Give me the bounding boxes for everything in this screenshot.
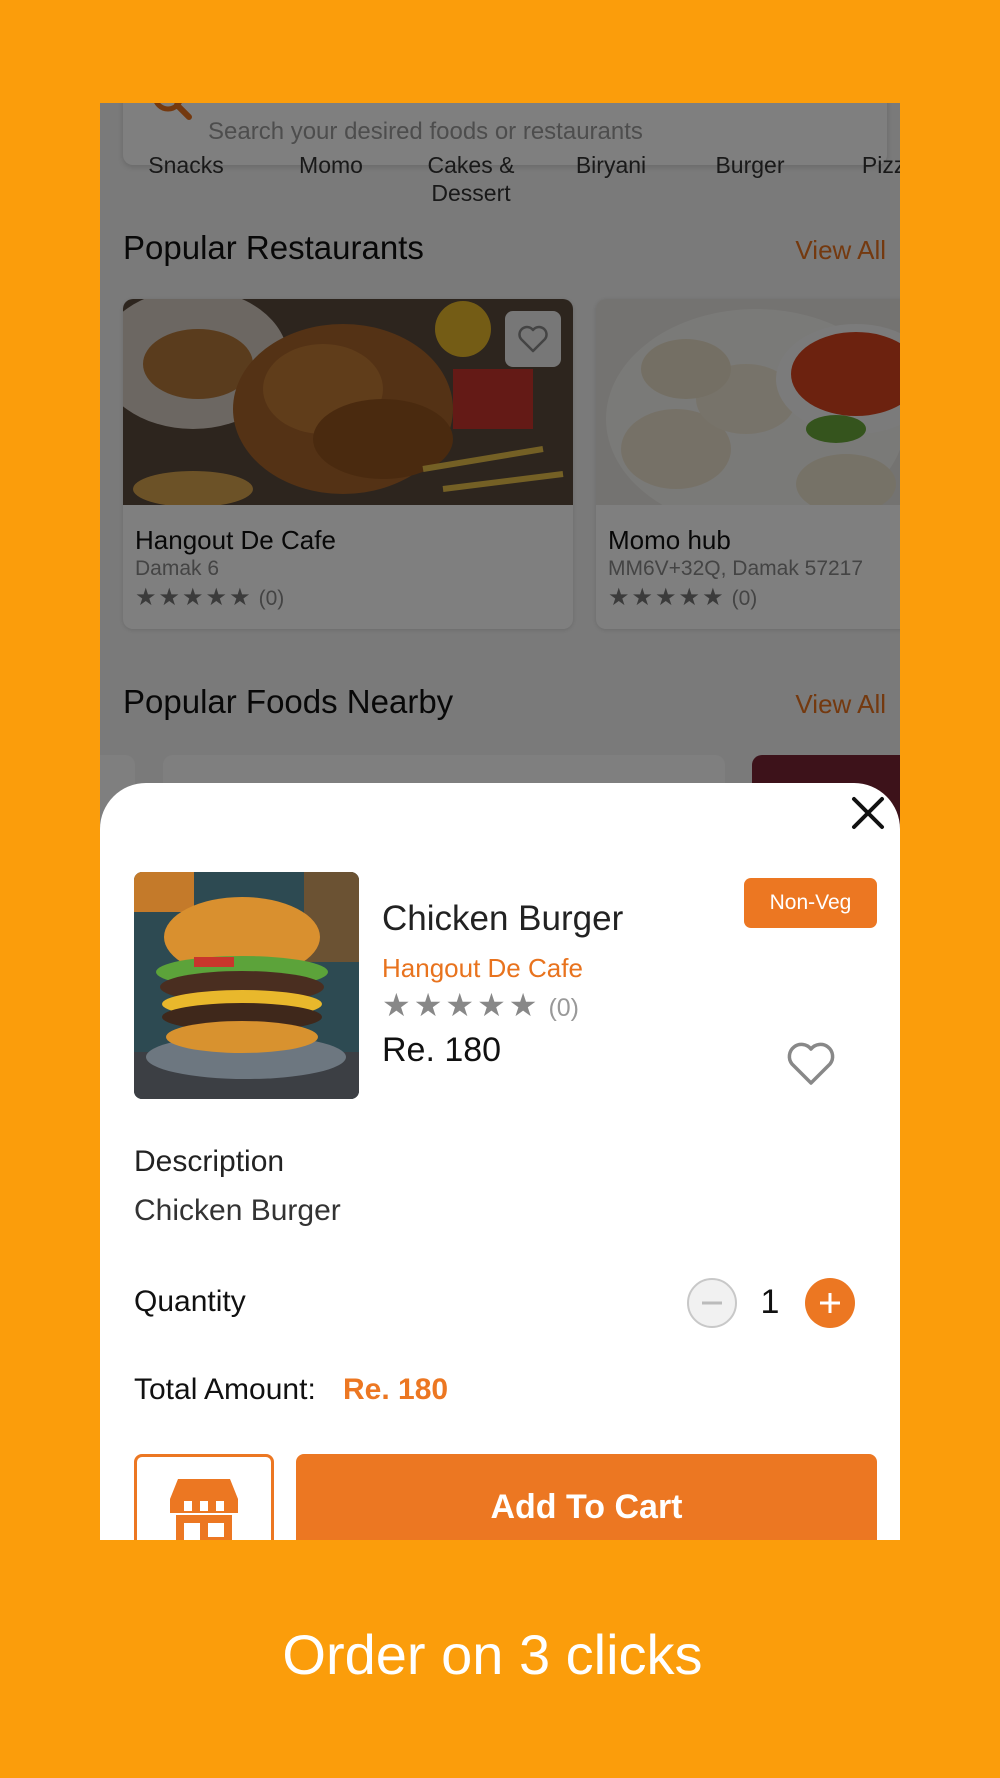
quantity-value: 1 <box>760 1283 780 1321</box>
plus-icon <box>820 1293 840 1313</box>
description-text: Chicken Burger <box>134 1194 341 1227</box>
minus-icon <box>702 1301 722 1305</box>
food-detail-sheet: Chicken Burger Hangout De Cafe ★★★★★ (0) … <box>100 783 900 1540</box>
non-veg-badge: Non-Veg <box>744 878 877 928</box>
food-price: Re. 180 <box>382 1031 502 1069</box>
restaurant-link[interactable]: Hangout De Cafe <box>382 953 583 984</box>
decrease-quantity-button[interactable] <box>687 1278 737 1328</box>
store-icon <box>170 1479 238 1540</box>
heart-icon[interactable] <box>786 1039 836 1089</box>
close-button[interactable] <box>846 791 890 835</box>
total-amount-label: Total Amount: <box>134 1373 316 1406</box>
increase-quantity-button[interactable] <box>805 1278 855 1328</box>
rating-count: (0) <box>548 994 579 1022</box>
total-amount-value: Re. 180 <box>343 1373 449 1406</box>
food-image <box>134 872 359 1099</box>
star-rating-icon: ★★★★★ <box>382 987 541 1023</box>
store-button[interactable] <box>134 1454 274 1540</box>
food-rating: ★★★★★ (0) <box>382 986 579 1024</box>
description-label: Description <box>134 1145 285 1178</box>
promo-caption: Order on 3 clicks <box>282 1623 703 1686</box>
food-name: Chicken Burger <box>382 899 624 938</box>
phone-screen: Search your desired foods or restaurants… <box>100 103 900 1540</box>
close-icon <box>852 797 884 829</box>
add-to-cart-button[interactable]: Add To Cart <box>296 1454 877 1540</box>
quantity-label: Quantity <box>134 1285 246 1318</box>
